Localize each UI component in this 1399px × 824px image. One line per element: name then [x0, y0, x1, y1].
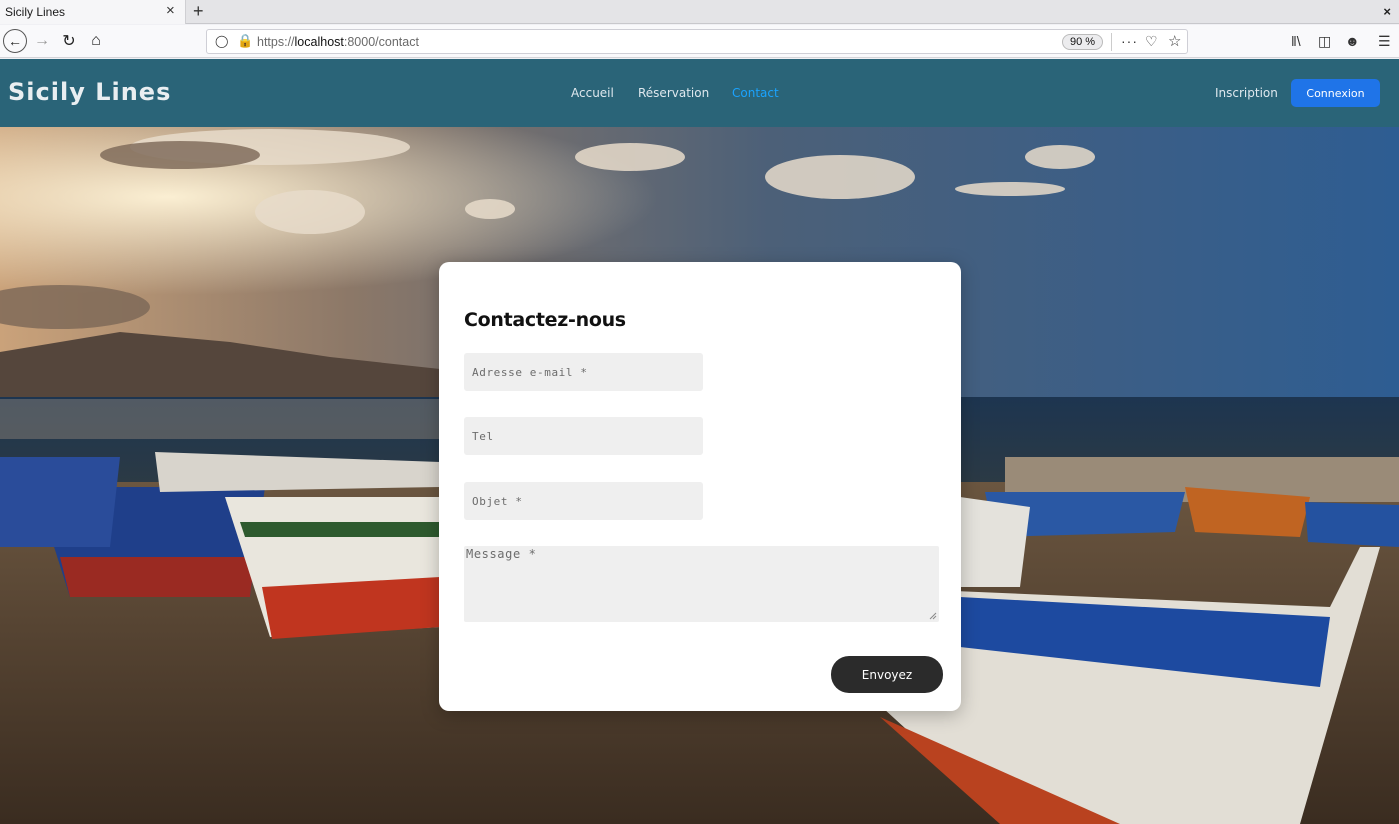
nav-link-contact[interactable]: Contact — [732, 86, 779, 100]
form-title: Contactez-nous — [464, 309, 626, 331]
browser-tab[interactable]: Sicily Lines × — [0, 0, 186, 24]
browser-toolbar: ← → ↻ ⌂ ◯ 🔒 https://localhost:8000/conta… — [0, 25, 1399, 58]
url-suffix: :8000/contact — [343, 35, 419, 49]
new-tab-button[interactable]: + — [193, 1, 204, 21]
email-field[interactable] — [464, 353, 703, 391]
account-icon[interactable]: ☻ — [1345, 33, 1360, 49]
tab-title: Sicily Lines — [5, 5, 66, 19]
library-icon[interactable]: ‖\ — [1291, 33, 1301, 49]
url-prefix: https:// — [257, 35, 295, 49]
shield-icon[interactable]: ◯ — [215, 34, 228, 48]
brand-logo[interactable]: Sicily Lines — [8, 78, 171, 106]
send-button[interactable]: Envoyez — [831, 656, 943, 693]
nav-link-reservation[interactable]: Réservation — [638, 86, 709, 100]
url-text[interactable]: https://localhost:8000/contact — [257, 35, 419, 49]
browser-tab-bar: Sicily Lines × + × — [0, 0, 1399, 24]
resize-grip-icon[interactable] — [929, 612, 937, 620]
page-actions-icon[interactable]: ··· — [1121, 33, 1138, 49]
site-header: Sicily Lines Accueil Réservation Contact… — [0, 59, 1399, 127]
web-page: Sicily Lines Accueil Réservation Contact… — [0, 59, 1399, 824]
tab-close-icon[interactable]: × — [166, 3, 175, 19]
home-icon[interactable]: ⌂ — [84, 29, 108, 53]
pocket-icon[interactable]: ♡ — [1145, 33, 1158, 50]
window-close-button[interactable]: × — [1383, 4, 1391, 19]
connexion-button[interactable]: Connexion — [1291, 79, 1380, 107]
lock-warning-icon[interactable]: 🔒 — [237, 33, 253, 49]
nav-link-accueil[interactable]: Accueil — [571, 86, 614, 100]
zoom-level-badge[interactable]: 90 % — [1062, 34, 1104, 50]
bookmark-star-icon[interactable]: ☆ — [1168, 32, 1181, 50]
reload-icon[interactable]: ↻ — [57, 29, 81, 53]
objet-field[interactable] — [464, 482, 703, 520]
menu-icon[interactable]: ☰ — [1378, 33, 1391, 50]
inscription-link[interactable]: Inscription — [1215, 86, 1278, 100]
sidebar-icon[interactable]: ◫ — [1318, 33, 1331, 50]
url-bar[interactable]: ◯ 🔒 https://localhost:8000/contact 90 % … — [206, 29, 1188, 54]
tel-field[interactable] — [464, 417, 703, 455]
contact-form-card: Contactez-nous Envoyez — [439, 262, 961, 711]
message-field[interactable] — [464, 546, 939, 622]
forward-arrow-icon[interactable]: → — [30, 29, 54, 53]
url-separator — [1111, 33, 1112, 51]
back-arrow-icon[interactable]: ← — [3, 29, 27, 53]
url-host: localhost — [294, 35, 344, 49]
